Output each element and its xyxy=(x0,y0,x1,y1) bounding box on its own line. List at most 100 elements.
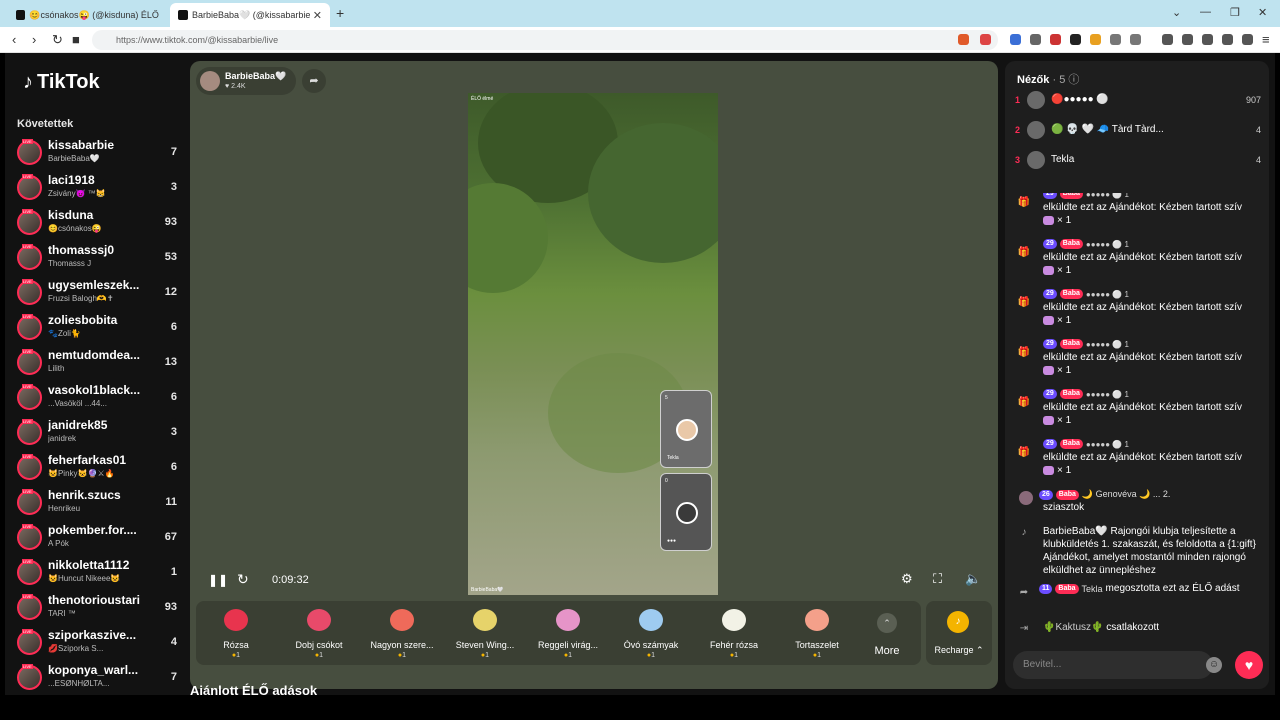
media-icon[interactable] xyxy=(1162,34,1173,45)
message-user[interactable]: ●●●●● ⚪ 1 xyxy=(1086,340,1129,349)
refresh-icon[interactable]: ↻ xyxy=(237,571,249,588)
brave-shield-icon[interactable] xyxy=(958,34,969,45)
message-text: elküldte ezt az Ajándékot: Kézben tartot… xyxy=(1043,351,1263,377)
following-item[interactable]: LIVE pokember.for.... A Pók 67 xyxy=(15,521,185,555)
fan-badge: Baba xyxy=(1059,389,1083,399)
wallet-icon[interactable] xyxy=(1202,34,1213,45)
maximize-button[interactable]: ❐ xyxy=(1230,6,1240,19)
gift-item[interactable]: Dobj csókot ●1 xyxy=(279,601,359,665)
following-item[interactable]: LIVE vasokol1black... ...Vasököl ...44... 6 xyxy=(15,381,185,415)
message-user[interactable]: 🌙 Genovéva 🌙 ... 2. xyxy=(1082,489,1170,500)
back-icon[interactable]: ‹ xyxy=(12,32,16,47)
browser-tab-kisduna[interactable]: 😊csónakos😜 (@kisduna) ÉLŐ xyxy=(8,3,168,27)
share-icon[interactable]: ➦ xyxy=(302,69,326,93)
extension-icon[interactable] xyxy=(1130,34,1141,45)
following-item[interactable]: LIVE zoliesbobita 🐾Zoli🐈 6 xyxy=(15,311,185,345)
following-username: henrik.szucs xyxy=(48,488,121,502)
message-user[interactable]: ●●●●● ⚪ 1 xyxy=(1086,193,1129,199)
close-window-button[interactable]: ✕ xyxy=(1258,6,1267,19)
translate-icon[interactable] xyxy=(1010,34,1021,45)
guest-avatar xyxy=(676,502,698,524)
shield-icon[interactable] xyxy=(1242,34,1253,45)
gift-item[interactable]: Steven Wing... ●1 xyxy=(445,601,525,665)
gift-item[interactable]: Nagyon szere... ●1 xyxy=(362,601,442,665)
volume-icon[interactable]: 🔈 xyxy=(965,571,981,587)
more-gifts-button[interactable]: ⌃ More xyxy=(864,601,914,665)
recharge-button[interactable]: ♪ Recharge ⌃ xyxy=(926,601,992,665)
message-user[interactable]: ●●●●● ⚪ 1 xyxy=(1086,240,1129,249)
rewards-icon[interactable] xyxy=(980,34,991,45)
gift-bar: Rózsa ●1 Dobj csókot ●1 Nagyon szere... ●1 Ste… xyxy=(196,601,921,665)
tiktok-logo[interactable]: ♪ TikTok xyxy=(23,71,100,94)
bookmark-icon[interactable]: ■ xyxy=(72,32,80,47)
following-item[interactable]: LIVE janidrek85 janidrek 3 xyxy=(15,416,185,450)
message-user[interactable]: ●●●●● ⚪ 1 xyxy=(1086,290,1129,299)
gift-name: Óvó számyak xyxy=(623,640,679,650)
following-item[interactable]: LIVE nemtudomdea... Lilith 13 xyxy=(15,346,185,380)
like-heart-icon[interactable]: ♥ xyxy=(1235,651,1263,679)
viewers-header[interactable]: Nézők · 5 ⓘ xyxy=(1017,71,1079,87)
message-user[interactable]: ●●●●● ⚪ 1 xyxy=(1086,440,1129,449)
message-badges: 26 Baba 🌙 Genovéva 🌙 ... 2. xyxy=(1039,489,1170,500)
following-item[interactable]: LIVE laci1918 Zsivány😈 ™😸 3 xyxy=(15,171,185,205)
host-avatar[interactable] xyxy=(200,71,220,91)
user-avatar xyxy=(1019,491,1033,505)
forward-icon[interactable]: › xyxy=(32,32,36,47)
following-item[interactable]: LIVE thenotorioustari TARI ™ 93 xyxy=(15,591,185,625)
following-item[interactable]: LIVE feherfarkas01 😺Pinky😺🔮⚔🔥 6 xyxy=(15,451,185,485)
extension-icon[interactable] xyxy=(1070,34,1081,45)
live-video[interactable]: ÉLŐ élmé BarbieBaba🤍 5 Tekla 0 ●●● xyxy=(468,93,718,595)
message-text: elküldte ezt az Ajándékot: Kézben tartot… xyxy=(1043,301,1263,327)
message-user[interactable]: ●●●●● ⚪ 1 xyxy=(1086,390,1129,399)
message-user[interactable]: 🌵Kaktusz🌵 xyxy=(1043,622,1103,633)
browser-tab-kissabarbie[interactable]: BarbieBaba🤍 (@kissabarbie ✕ xyxy=(170,3,330,27)
following-item[interactable]: LIVE ugysemleszek... Fruzsi Balogh🫶✝ 12 xyxy=(15,276,185,310)
guest-slot-tekla[interactable]: 5 Tekla xyxy=(660,390,712,468)
gift-icon xyxy=(390,609,414,631)
extension-icon[interactable] xyxy=(1110,34,1121,45)
following-nickname: TARI ™ xyxy=(48,609,76,618)
following-item[interactable]: LIVE thomasssj0 Thomasss J 53 xyxy=(15,241,185,275)
viewer-row[interactable]: 3 Tekla 4 xyxy=(1015,149,1261,173)
new-tab-button[interactable]: + xyxy=(336,5,344,21)
video-foliage xyxy=(588,123,718,263)
extension-icon[interactable] xyxy=(1030,34,1041,45)
fan-badge: Baba xyxy=(1059,193,1083,199)
user-avatar: LIVE xyxy=(17,489,42,515)
host-info[interactable]: BarbieBaba🤍 ♥ 2.4K xyxy=(196,67,296,95)
address-bar[interactable]: https://www.tiktok.com/@kissabarbie/live xyxy=(92,30,998,50)
vpn-icon[interactable] xyxy=(1222,34,1233,45)
extension-icon[interactable] xyxy=(1090,34,1101,45)
following-item[interactable]: LIVE sziporkaszive... 💋Sziporka S... 4 xyxy=(15,626,185,660)
gift-item[interactable]: Fehér rózsa ●1 xyxy=(694,601,774,665)
hls-extension-icon[interactable] xyxy=(1050,34,1061,45)
viewer-name: Tekla xyxy=(1051,154,1075,165)
settings-icon[interactable]: ⚙ xyxy=(901,571,913,587)
following-item[interactable]: LIVE kissabarbie BarbieBaba🤍 7 xyxy=(15,136,185,170)
following-nickname: Fruzsi Balogh🫶✝ xyxy=(48,294,114,303)
comment-input[interactable]: Bevitel... xyxy=(1013,651,1213,679)
message-user[interactable]: Tekla xyxy=(1082,584,1103,594)
minimize-button[interactable]: — xyxy=(1200,6,1211,18)
gift-item[interactable]: Tortaszelet ●1 xyxy=(777,601,857,665)
tab-list-icon[interactable]: ⌄ xyxy=(1172,6,1181,19)
viewer-row[interactable]: 1 🔴●●●●● ⚪ 907 xyxy=(1015,89,1261,113)
host-name[interactable]: BarbieBaba🤍 xyxy=(225,71,286,82)
following-item[interactable]: LIVE koponya_warl... ...ESØNHØLTA... 7 xyxy=(15,661,185,695)
fullscreen-icon[interactable]: ⛶ xyxy=(933,571,942,587)
gift-item[interactable]: Óvó számyak ●1 xyxy=(611,601,691,665)
following-item[interactable]: LIVE nikkoletta1112 😺Huncut Nikeee😺 1 xyxy=(15,556,185,590)
tiktok-note-icon: ♪ xyxy=(1021,527,1027,538)
following-item[interactable]: LIVE henrik.szucs Henrikeu 11 xyxy=(15,486,185,520)
sidebar-toggle-icon[interactable] xyxy=(1182,34,1193,45)
gift-item[interactable]: Rózsa ●1 xyxy=(196,601,276,665)
pause-icon[interactable]: ❚❚ xyxy=(208,573,228,587)
reload-icon[interactable]: ↻ xyxy=(52,32,63,48)
menu-icon[interactable]: ≡ xyxy=(1262,32,1270,47)
guest-slot-2[interactable]: 0 ●●● xyxy=(660,473,712,551)
following-item[interactable]: LIVE kisduna 😊csónakos😜 93 xyxy=(15,206,185,240)
close-tab-icon[interactable]: ✕ xyxy=(313,9,322,22)
gift-item[interactable]: Reggeli virág... ●1 xyxy=(528,601,608,665)
emoji-icon[interactable]: ☺ xyxy=(1206,657,1222,673)
viewer-row[interactable]: 2 🟢 💀 🤍 🧢 Tàrd Tàrd... 4 xyxy=(1015,119,1261,143)
